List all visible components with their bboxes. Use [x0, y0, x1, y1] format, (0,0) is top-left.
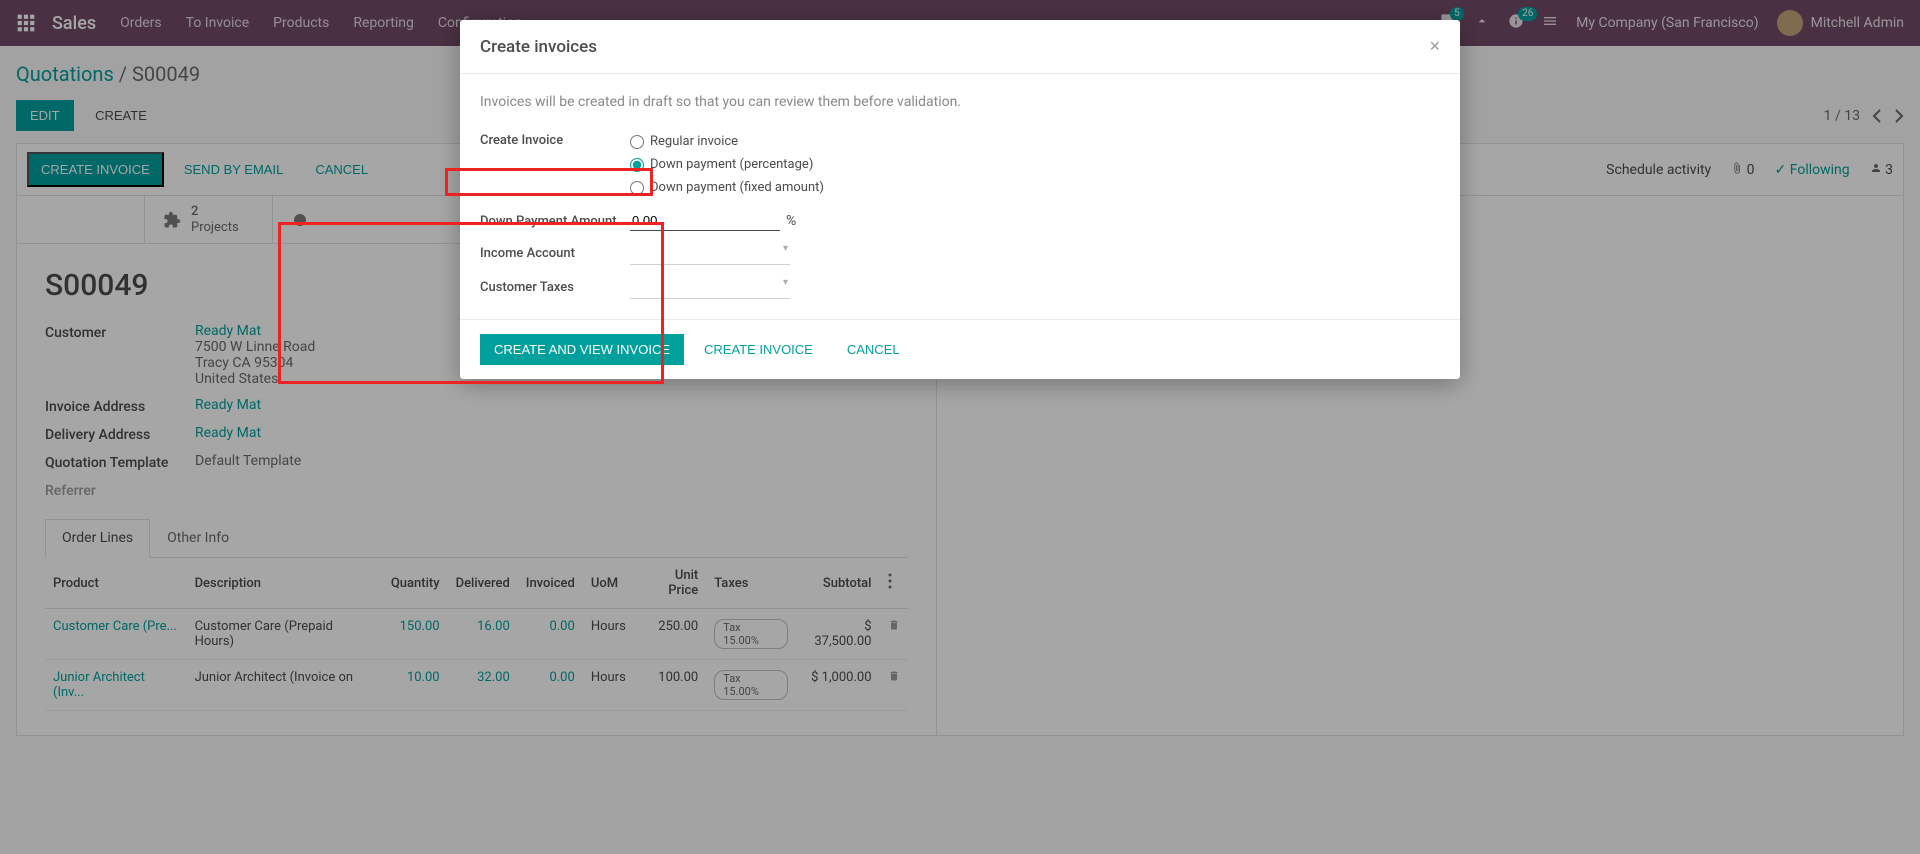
modal-overlay[interactable]: Create invoices × Invoices will be creat…: [0, 0, 1920, 854]
create-and-view-button[interactable]: Create and View Invoice: [480, 334, 684, 365]
radio-fixed[interactable]: Down payment (fixed amount): [630, 176, 950, 199]
down-payment-label: Down Payment Amount: [480, 211, 630, 229]
income-account-select[interactable]: [630, 243, 790, 265]
radio-fixed-input[interactable]: [630, 181, 644, 195]
radio-percentage-label: Down payment (percentage): [650, 157, 813, 172]
radio-regular-input[interactable]: [630, 135, 644, 149]
radio-percentage-input[interactable]: [630, 158, 644, 172]
income-account-label: Income Account: [480, 243, 630, 261]
create-invoice-field-label: Create Invoice: [480, 130, 630, 148]
down-payment-input[interactable]: [630, 211, 780, 231]
close-button[interactable]: ×: [1429, 36, 1440, 57]
modal-create-invoice-button[interactable]: Create Invoice: [690, 334, 827, 365]
radio-fixed-label: Down payment (fixed amount): [650, 180, 824, 195]
modal-info-text: Invoices will be created in draft so tha…: [480, 94, 1440, 110]
customer-taxes-label: Customer Taxes: [480, 277, 630, 295]
radio-percentage[interactable]: Down payment (percentage): [630, 153, 950, 176]
modal-title: Create invoices: [480, 37, 597, 57]
customer-taxes-select[interactable]: [630, 277, 790, 299]
percent-sign: %: [786, 213, 796, 229]
modal-cancel-button[interactable]: Cancel: [833, 334, 914, 365]
create-invoices-modal: Create invoices × Invoices will be creat…: [460, 20, 1460, 379]
radio-regular[interactable]: Regular invoice: [630, 130, 950, 153]
radio-regular-label: Regular invoice: [650, 134, 738, 149]
